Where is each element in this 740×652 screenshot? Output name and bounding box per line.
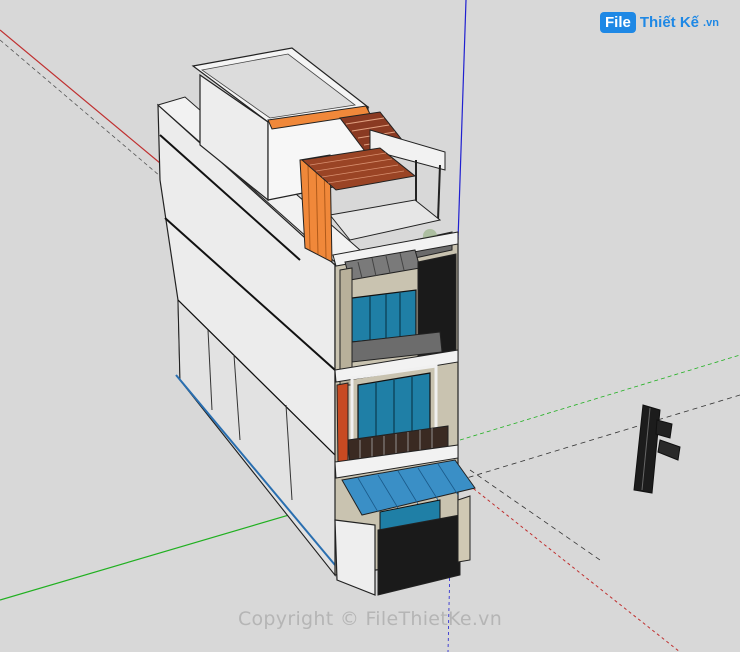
logo-domain: .vn [703,16,719,29]
terrace-post-2 [437,164,441,221]
axis-red-dashed [0,39,161,177]
sketchup-viewport[interactable]: File Thiết Kế .vn Copyright © FileThietKe… [0,0,740,652]
garage-wall-left [334,519,376,596]
axis-green-dashed [459,354,740,441]
guide-dashed-diag [469,469,601,561]
watermark-logo: File Thiết Kế .vn [600,12,719,33]
axis-blue [457,0,467,241]
signboard-bracket [655,419,673,439]
signboard-component[interactable] [633,404,661,494]
copyright-watermark: Copyright © FileThietKe.vn [237,608,503,630]
logo-name: Thiết Kế [639,14,700,31]
garage-pillar [457,495,471,563]
guide-dashed-right [459,394,740,481]
logo-file-badge: File [600,12,636,33]
signboard-foot [657,439,681,461]
axis-red [0,29,179,179]
3d-scene[interactable] [0,0,740,652]
window-3[interactable] [351,289,417,343]
accent-red-2 [336,382,349,466]
